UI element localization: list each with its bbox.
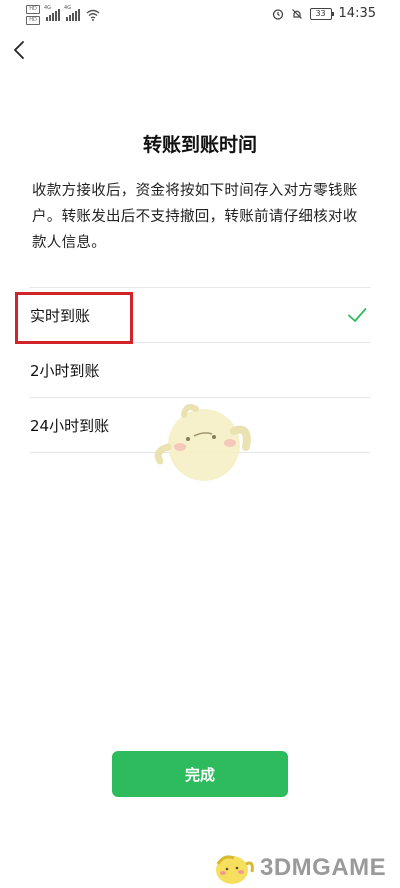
network-type: 4G xyxy=(64,5,72,11)
mascot-watermark-icon xyxy=(154,404,251,481)
site-watermark: 3DMGAME xyxy=(208,850,386,886)
mascot-logo-icon xyxy=(216,855,254,884)
checkmark-icon xyxy=(348,308,367,322)
alarm-icon xyxy=(272,8,283,20)
signal-icon: 4G xyxy=(64,5,80,21)
hd-indicators: HD HD xyxy=(26,5,40,25)
option-label: 2小时到账 xyxy=(30,361,100,380)
option-label: 24小时到账 xyxy=(30,416,110,435)
mute-bell-icon xyxy=(291,8,302,19)
watermark-text: 3DMGAME xyxy=(260,854,387,881)
status-bar: HD HD 4G 4G 33 14:35 xyxy=(0,0,400,28)
battery-icon: 33 xyxy=(309,7,334,20)
back-button[interactable] xyxy=(8,36,32,64)
option-2-hours[interactable]: 2小时到账 xyxy=(30,343,370,397)
hd-badge: HD xyxy=(26,16,40,25)
battery-level: 33 xyxy=(315,8,326,18)
wifi-icon xyxy=(86,9,100,21)
hd-badge: HD xyxy=(26,5,40,14)
signal-icon: 4G xyxy=(44,5,60,21)
highlight-box xyxy=(15,292,133,344)
done-button[interactable]: 完成 xyxy=(112,751,288,797)
page-title: 转账到账时间 xyxy=(142,134,257,156)
done-label: 完成 xyxy=(184,765,215,784)
network-type: 4G xyxy=(44,5,52,11)
clock: 14:35 xyxy=(338,6,376,21)
page-description: 收款方接收后，资金将按如下时间存入对方零钱账户。转账发出后不支持撤回，转账前请仔… xyxy=(32,183,358,251)
chevron-left-icon xyxy=(14,41,24,59)
